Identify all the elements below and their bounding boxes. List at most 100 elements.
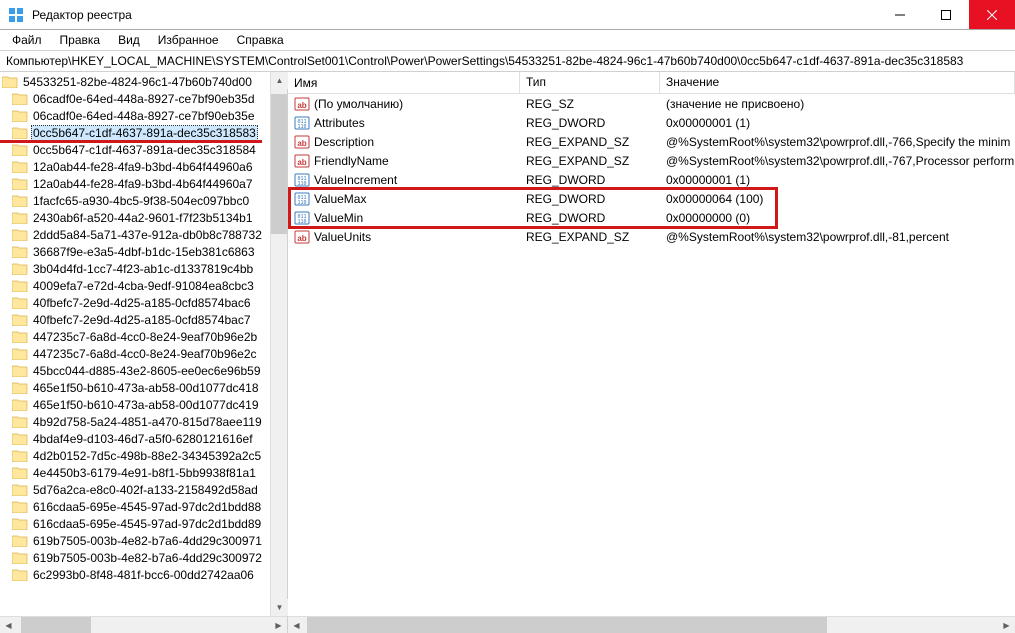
scroll-up-icon[interactable]: ▲ — [271, 72, 288, 89]
tree-item[interactable]: 4d2b0152-7d5c-498b-88e2-34345392a2c5 — [0, 447, 287, 464]
scroll-right-icon[interactable]: ▶ — [270, 617, 287, 633]
value-data: @%SystemRoot%\system32\powrprof.dll,-766… — [660, 135, 1015, 149]
tree-item[interactable]: 2430ab6f-a520-44a2-9601-f7f23b5134b1 — [0, 209, 287, 226]
tree-item[interactable]: 447235c7-6a8d-4cc0-8e24-9eaf70b96e2b — [0, 328, 287, 345]
tree-item[interactable]: 0cc5b647-c1df-4637-891a-dec35c318584 — [0, 141, 287, 158]
tree-item[interactable]: 2ddd5a84-5a71-437e-912a-db0b8c788732 — [0, 226, 287, 243]
tree-item[interactable]: 0cc5b647-c1df-4637-891a-dec35c318583 — [0, 124, 287, 141]
tree-item[interactable]: 6c2993b0-8f48-481f-bcc6-00dd2742aa06 — [0, 566, 287, 583]
tree-item-label: 6c2993b0-8f48-481f-bcc6-00dd2742aa06 — [31, 568, 256, 582]
scroll-left-icon[interactable]: ◀ — [288, 617, 305, 633]
tree-item-label: 06cadf0e-64ed-448a-8927-ce7bf90eb35d — [31, 92, 257, 106]
menubar: Файл Правка Вид Избранное Справка — [0, 30, 1015, 51]
tree-item-label: 4bdaf4e9-d103-46d7-a5f0-6280121616ef — [31, 432, 255, 446]
tree-item-label: 616cdaa5-695e-4545-97ad-97dc2d1bdd89 — [31, 517, 263, 531]
tree-item[interactable]: 1facfc65-a930-4bc5-9f38-504ec097bbc0 — [0, 192, 287, 209]
menu-edit[interactable]: Правка — [52, 31, 109, 49]
menu-file[interactable]: Файл — [4, 31, 50, 49]
tree-item[interactable]: 4009efa7-e72d-4cba-9edf-91084ea8cbc3 — [0, 277, 287, 294]
tree-item[interactable]: 06cadf0e-64ed-448a-8927-ce7bf90eb35d — [0, 90, 287, 107]
tree-item[interactable]: 447235c7-6a8d-4cc0-8e24-9eaf70b96e2c — [0, 345, 287, 362]
value-row[interactable]: abFriendlyNameREG_EXPAND_SZ@%SystemRoot%… — [288, 151, 1015, 170]
tree-hscroll[interactable]: ◀ ▶ — [0, 616, 287, 633]
tree-item-label: 4e4450b3-6179-4e91-b8f1-5bb9938f81a1 — [31, 466, 258, 480]
annotation-underline — [0, 140, 262, 143]
value-type: REG_DWORD — [520, 173, 660, 187]
tree-item-label: 0cc5b647-c1df-4637-891a-dec35c318583 — [31, 125, 258, 141]
registry-tree[interactable]: 54533251-82be-4824-96c1-47b60b740d00 06ca… — [0, 72, 287, 616]
scroll-right-icon[interactable]: ▶ — [998, 617, 1015, 633]
tree-item[interactable]: 616cdaa5-695e-4545-97ad-97dc2d1bdd89 — [0, 515, 287, 532]
value-row[interactable]: ab ValueUnits REG_EXPAND_SZ@%SystemRoot%\s… — [288, 227, 1015, 246]
col-type-header[interactable]: Тип — [520, 72, 660, 93]
svg-text:ab: ab — [297, 234, 306, 243]
col-value-header[interactable]: Значение — [660, 72, 1015, 93]
tree-item[interactable]: 465e1f50-b610-473a-ab58-00d1077dc419 — [0, 396, 287, 413]
value-name: (По умолчанию) — [314, 97, 403, 111]
value-row[interactable]: 011110AttributesREG_DWORD0x00000001 (1) — [288, 113, 1015, 132]
tree-item-label: 619b7505-003b-4e82-b7a6-4dd29c300971 — [31, 534, 264, 548]
value-name: Description — [314, 135, 374, 149]
menu-view[interactable]: Вид — [110, 31, 148, 49]
tree-item-label: 4d2b0152-7d5c-498b-88e2-34345392a2c5 — [31, 449, 263, 463]
tree-item-label: 2ddd5a84-5a71-437e-912a-db0b8c788732 — [31, 228, 264, 242]
address-bar[interactable]: Компьютер\HKEY_LOCAL_MACHINE\SYSTEM\Cont… — [0, 51, 1015, 72]
tree-item-label: 0cc5b647-c1df-4637-891a-dec35c318584 — [31, 143, 258, 157]
values-list[interactable]: ab (По умолчанию) REG_SZ(значение не присв… — [288, 94, 1015, 616]
value-row[interactable]: 011110ValueIncrementREG_DWORD0x00000001 … — [288, 170, 1015, 189]
tree-pane: 54533251-82be-4824-96c1-47b60b740d00 06ca… — [0, 72, 288, 633]
tree-item[interactable]: 12a0ab44-fe28-4fa9-b3bd-4b64f44960a6 — [0, 158, 287, 175]
value-name: ValueMin — [314, 211, 363, 225]
tree-item[interactable]: 619b7505-003b-4e82-b7a6-4dd29c300972 — [0, 549, 287, 566]
svg-text:110: 110 — [297, 200, 306, 206]
tree-item[interactable]: 465e1f50-b610-473a-ab58-00d1077dc418 — [0, 379, 287, 396]
tree-item-label: 4b92d758-5a24-4851-a470-815d78aee119 — [31, 415, 264, 429]
value-name: ValueUnits — [314, 230, 371, 244]
tree-item[interactable]: 3b04d4fd-1cc7-4f23-ab1c-d1337819c4bb — [0, 260, 287, 277]
tree-item-label: 616cdaa5-695e-4545-97ad-97dc2d1bdd88 — [31, 500, 263, 514]
value-type: REG_DWORD — [520, 211, 660, 225]
scroll-left-icon[interactable]: ◀ — [0, 617, 17, 633]
value-row[interactable]: 011110ValueMinREG_DWORD0x00000000 (0) — [288, 208, 1015, 227]
tree-item[interactable]: 619b7505-003b-4e82-b7a6-4dd29c300971 — [0, 532, 287, 549]
tree-item-label: 12a0ab44-fe28-4fa9-b3bd-4b64f44960a7 — [31, 177, 255, 191]
minimize-button[interactable] — [877, 0, 923, 29]
scroll-down-icon[interactable]: ▼ — [271, 599, 288, 616]
tree-item[interactable]: 36687f9e-e3a5-4dbf-b1dc-15eb381c6863 — [0, 243, 287, 260]
svg-text:110: 110 — [297, 181, 306, 187]
tree-item-label: 40fbefc7-2e9d-4d25-a185-0cfd8574bac7 — [31, 313, 253, 327]
close-button[interactable] — [969, 0, 1015, 29]
tree-item[interactable]: 4bdaf4e9-d103-46d7-a5f0-6280121616ef — [0, 430, 287, 447]
list-hscroll[interactable]: ◀ ▶ — [288, 616, 1015, 633]
tree-item[interactable]: 616cdaa5-695e-4545-97ad-97dc2d1bdd88 — [0, 498, 287, 515]
value-type: REG_SZ — [520, 97, 660, 111]
tree-item[interactable]: 45bcc044-d885-43e2-8605-ee0ec6e96b59 — [0, 362, 287, 379]
tree-item[interactable]: 40fbefc7-2e9d-4d25-a185-0cfd8574bac7 — [0, 311, 287, 328]
svg-text:110: 110 — [297, 124, 306, 130]
tree-item[interactable]: 5d76a2ca-e8c0-402f-a133-2158492d58ad — [0, 481, 287, 498]
tree-item[interactable]: 4b92d758-5a24-4851-a470-815d78aee119 — [0, 413, 287, 430]
menu-help[interactable]: Справка — [229, 31, 292, 49]
tree-vscroll[interactable]: ▲ ▼ — [270, 72, 287, 616]
tree-item-label: 5d76a2ca-e8c0-402f-a133-2158492d58ad — [31, 483, 260, 497]
col-name-header[interactable]: Имя — [288, 72, 520, 93]
tree-item[interactable]: 06cadf0e-64ed-448a-8927-ce7bf90eb35e — [0, 107, 287, 124]
maximize-button[interactable] — [923, 0, 969, 29]
value-name: ValueMax — [314, 192, 366, 206]
titlebar[interactable]: Редактор реестра — [0, 0, 1015, 30]
list-header: Имя Тип Значение — [288, 72, 1015, 94]
value-type: REG_EXPAND_SZ — [520, 230, 660, 244]
tree-item[interactable]: 40fbefc7-2e9d-4d25-a185-0cfd8574bac6 — [0, 294, 287, 311]
value-data: @%SystemRoot%\system32\powrprof.dll,-81,… — [660, 230, 1015, 244]
value-row[interactable]: abDescriptionREG_EXPAND_SZ@%SystemRoot%\… — [288, 132, 1015, 151]
tree-item-label: 1facfc65-a930-4bc5-9f38-504ec097bbc0 — [31, 194, 251, 208]
value-row[interactable]: 011110ValueMaxREG_DWORD0x00000064 (100) — [288, 189, 1015, 208]
tree-item[interactable]: 4e4450b3-6179-4e91-b8f1-5bb9938f81a1 — [0, 464, 287, 481]
tree-item-label: 465e1f50-b610-473a-ab58-00d1077dc418 — [31, 381, 261, 395]
value-type: REG_DWORD — [520, 192, 660, 206]
tree-item[interactable]: 12a0ab44-fe28-4fa9-b3bd-4b64f44960a7 — [0, 175, 287, 192]
tree-item[interactable]: 54533251-82be-4824-96c1-47b60b740d00 — [0, 73, 287, 90]
value-data: (значение не присвоено) — [660, 97, 1015, 111]
menu-favorites[interactable]: Избранное — [150, 31, 227, 49]
value-row[interactable]: ab(По умолчанию)REG_SZ(значение не присв… — [288, 94, 1015, 113]
